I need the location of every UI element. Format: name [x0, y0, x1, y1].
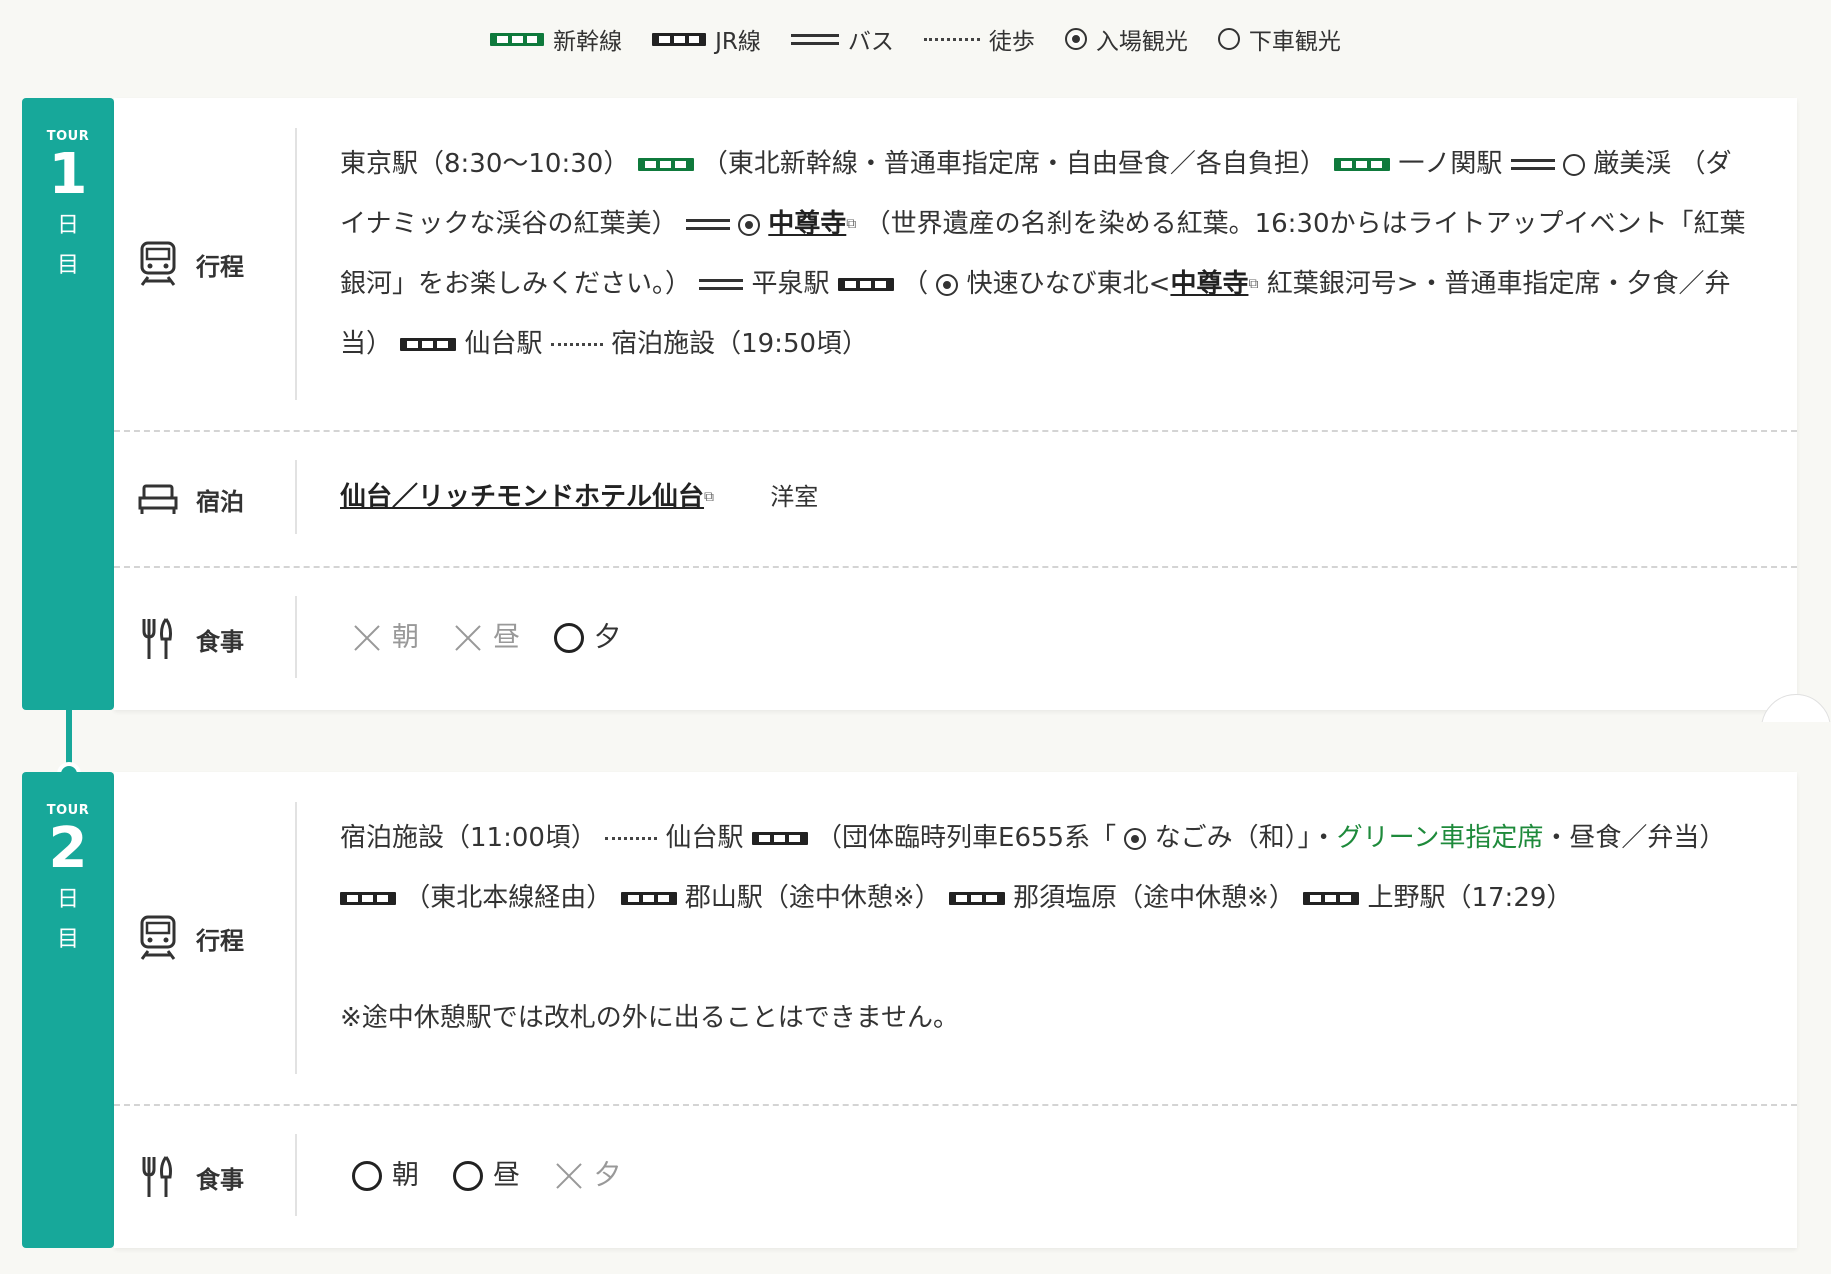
meal-dinner: 夕: [554, 1146, 621, 1206]
meal-list: 朝 昼 夕: [352, 1146, 1757, 1206]
train-icon: [140, 241, 176, 286]
row-divider: [295, 802, 297, 1074]
jr-line-icon: [340, 892, 396, 905]
legend-admission: 入場観光: [1064, 22, 1188, 56]
double-circle-icon: [936, 273, 959, 296]
itinerary-label: 行程: [138, 772, 288, 1104]
row-divider: [295, 460, 297, 534]
meal-dinner: 夕: [554, 608, 621, 668]
circle-icon: [1562, 153, 1585, 176]
stay-label: 宿泊: [138, 432, 288, 566]
route-legend: 新幹線 JR線 バス 徒歩 入場観光 下車観光: [0, 22, 1831, 56]
shinkansen-line-icon: [1334, 158, 1391, 171]
day-char: 日: [56, 213, 79, 238]
legend-shinkansen: 新幹線: [490, 22, 622, 56]
day-2: TOUR 2 日 目 行程 宿泊施設（11:00頃） 仙台駅 （団体臨時列車E6…: [22, 772, 1797, 1248]
day-tab: TOUR 1 日 目: [22, 98, 114, 710]
day-1: TOUR 1 日 目 行程 東京駅（8:30〜10:30） （東北新幹線・普通車…: [22, 98, 1797, 710]
room-type: 洋室: [770, 483, 819, 511]
bus-line-icon: [699, 279, 744, 290]
meal-row: 食事 朝 昼 夕: [114, 1104, 1797, 1248]
circle-icon: [453, 1161, 483, 1191]
bus-line-icon: [685, 219, 730, 230]
bus-line-icon: [790, 33, 839, 45]
day-char: 日: [56, 887, 79, 912]
meal-breakfast: 朝: [352, 608, 419, 668]
scroll-top-button[interactable]: [1761, 694, 1831, 722]
double-circle-icon: [1064, 28, 1087, 50]
cross-icon: [453, 623, 483, 653]
jr-line-icon: [948, 892, 1005, 905]
row-divider: [295, 596, 297, 678]
walk-line-icon: [550, 343, 603, 346]
legend-jr: JR線: [652, 22, 761, 56]
double-circle-icon: [1124, 827, 1147, 850]
green-car-text: グリーン車指定席: [1336, 823, 1544, 853]
itinerary-note: ※途中休憩駅では改札の外に出ることはできません。: [340, 1003, 960, 1033]
day-card: 行程 宿泊施設（11:00頃） 仙台駅 （団体臨時列車E655系「 なごみ（和）…: [114, 772, 1797, 1248]
meal-label: 食事: [138, 568, 288, 710]
external-link-icon: ⧉: [704, 489, 715, 505]
double-circle-icon: [738, 213, 761, 236]
stay-text: 仙台／リッチモンドホテル仙台⧉ 洋室: [340, 467, 1757, 527]
circle-icon: [352, 1161, 382, 1191]
hotel-link[interactable]: 仙台／リッチモンドホテル仙台: [340, 482, 704, 512]
jr-line-icon: [620, 892, 677, 905]
jr-line-icon: [652, 32, 707, 46]
circle-icon: [554, 623, 584, 653]
cross-icon: [352, 623, 382, 653]
shinkansen-line-icon: [490, 32, 545, 46]
jr-line-icon: [400, 338, 457, 351]
walk-line-icon: [605, 837, 658, 840]
bus-line-icon: [1510, 159, 1555, 170]
row-divider: [295, 1134, 297, 1216]
itinerary-text: 宿泊施設（11:00頃） 仙台駅 （団体臨時列車E655系「 なごみ（和）」・グ…: [340, 808, 1757, 1048]
itinerary-row: 行程 東京駅（8:30〜10:30） （東北新幹線・普通車指定席・自由昼食／各自…: [114, 98, 1797, 430]
walk-line-icon: [923, 37, 980, 41]
itinerary-text: 東京駅（8:30〜10:30） （東北新幹線・普通車指定席・自由昼食／各自負担）…: [340, 149, 1746, 359]
utensils-icon: [142, 1156, 172, 1197]
day-char: 目: [56, 253, 79, 278]
meal-lunch: 昼: [453, 1146, 520, 1206]
itinerary-row: 行程 宿泊施設（11:00頃） 仙台駅 （団体臨時列車E655系「 なごみ（和）…: [114, 772, 1797, 1104]
cross-icon: [554, 1161, 584, 1191]
shinkansen-line-icon: [637, 158, 694, 171]
chusonji-link[interactable]: 中尊寺: [768, 209, 846, 239]
meal-list: 朝 昼 夕: [352, 608, 1757, 668]
meal-lunch: 昼: [453, 608, 520, 668]
bed-icon: [138, 484, 178, 514]
external-link-icon: ⧉: [1248, 276, 1259, 292]
day-number: 1: [48, 142, 88, 207]
day-connector: [66, 708, 72, 766]
circle-icon: [1217, 28, 1240, 50]
jr-line-icon: [837, 278, 894, 291]
itinerary-label: 行程: [138, 98, 288, 430]
stay-row: 宿泊 仙台／リッチモンドホテル仙台⧉ 洋室: [114, 430, 1797, 566]
day-number: 2: [48, 816, 88, 881]
jr-line-icon: [1303, 892, 1360, 905]
chusonji-link-2[interactable]: 中尊寺: [1170, 269, 1248, 299]
day-char: 目: [56, 927, 79, 952]
day-card: 行程 東京駅（8:30〜10:30） （東北新幹線・普通車指定席・自由昼食／各自…: [114, 98, 1797, 710]
jr-line-icon: [751, 832, 808, 845]
legend-dropoff: 下車観光: [1217, 22, 1341, 56]
train-icon: [140, 915, 176, 960]
meal-breakfast: 朝: [352, 1146, 419, 1206]
external-link-icon: ⧉: [846, 216, 857, 232]
utensils-icon: [142, 618, 172, 659]
meal-row: 食事 朝 昼 夕: [114, 566, 1797, 710]
day-tab: TOUR 2 日 目: [22, 772, 114, 1248]
row-divider: [295, 128, 297, 400]
meal-label: 食事: [138, 1106, 288, 1248]
legend-bus: バス: [790, 22, 894, 56]
legend-walk: 徒歩: [923, 22, 1035, 56]
